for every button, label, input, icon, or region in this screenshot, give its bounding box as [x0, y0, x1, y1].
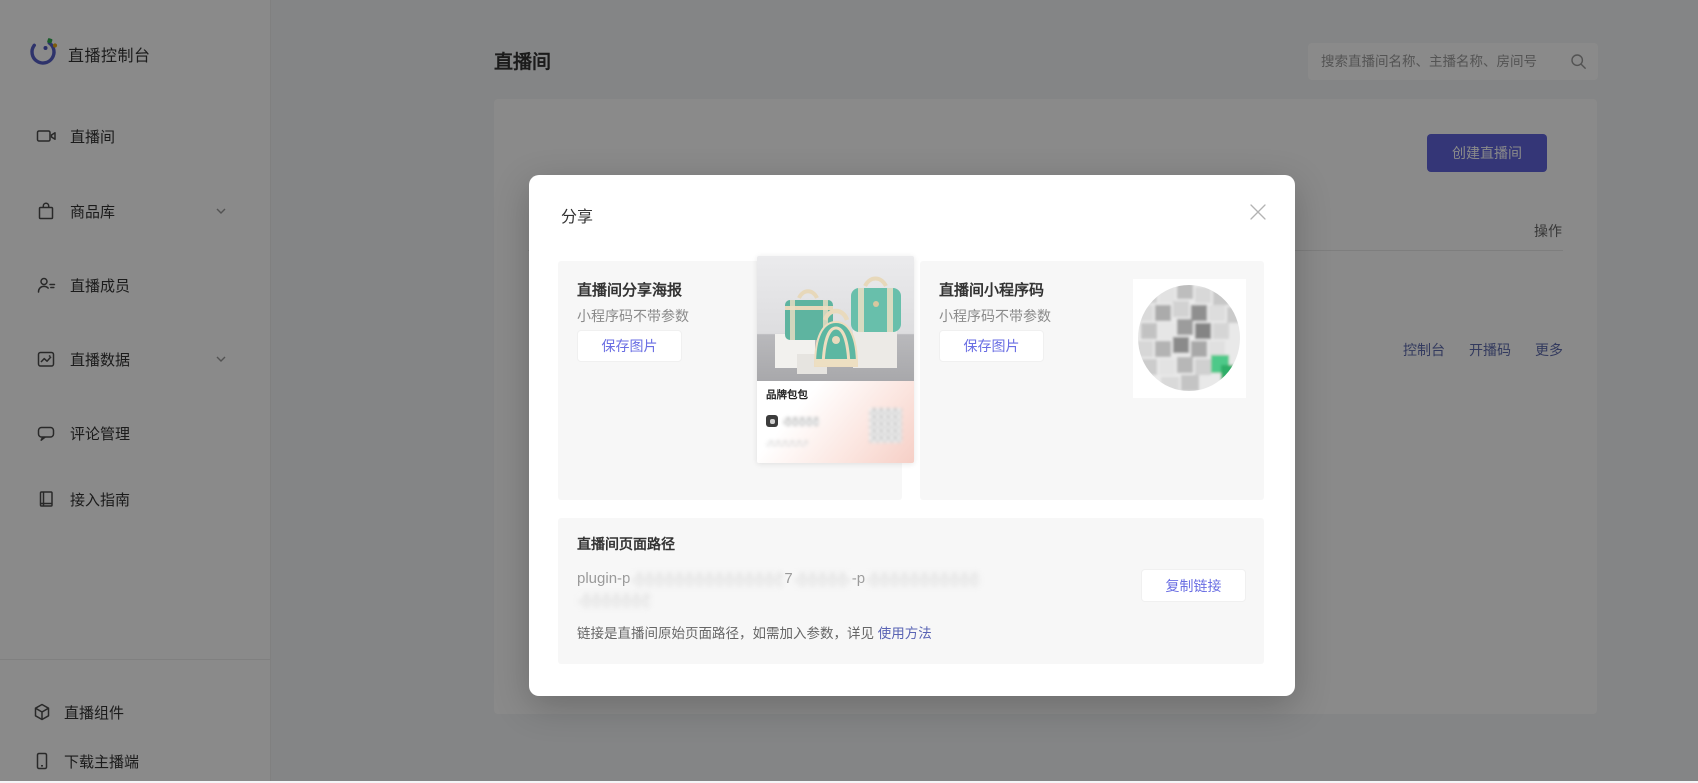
poster-info-panel: 品牌包包: [757, 381, 914, 463]
save-poster-button[interactable]: 保存图片: [577, 330, 682, 362]
room-path-text-line2: [577, 591, 651, 608]
path-note: 链接是直播间原始页面路径，如需加入参数，详见 使用方法: [577, 622, 932, 642]
path-fragment: 7: [784, 570, 793, 587]
qrcode-card-subtitle: 小程序码不带参数: [939, 308, 1051, 324]
poster-card-title: 直播间分享海报: [577, 282, 683, 299]
poster-room-name: 品牌包包: [766, 389, 808, 401]
path-fragment: plugin-p: [577, 570, 631, 587]
redacted-path-segment: [867, 572, 980, 586]
modal-title: 分享: [561, 209, 594, 226]
close-icon[interactable]: [1247, 201, 1269, 223]
copy-link-button[interactable]: 复制链接: [1141, 569, 1246, 602]
share-poster-card: 直播间分享海报 小程序码不带参数 保存图片 品牌包包: [558, 256, 914, 500]
poster-handbags-photo: [757, 256, 914, 381]
qrcode-card-title: 直播间小程序码: [939, 282, 1045, 299]
usage-guide-link[interactable]: 使用方法: [878, 626, 932, 641]
share-poster-preview: 品牌包包: [757, 256, 914, 463]
path-fragment: -p: [851, 570, 866, 587]
redacted-path-segment: [579, 593, 649, 607]
redacted-account-name: [783, 416, 819, 426]
path-card-title: 直播间页面路径: [577, 536, 675, 552]
save-qrcode-button[interactable]: 保存图片: [939, 330, 1044, 362]
poster-account-row: [766, 415, 819, 427]
redacted-path-segment: [794, 572, 850, 586]
room-path-text: plugin-p 7 -p: [577, 570, 981, 587]
share-modal: 分享 直播间分享海报 小程序码不带参数 保存图片 品牌包包 直播间小程序码 小程…: [529, 175, 1295, 696]
poster-card-subtitle: 小程序码不带参数: [577, 308, 689, 324]
app-window: 直播控制台 直播间 商品库 直播成员 直播数据 评论管理 接入指南 直播组件 下…: [0, 0, 1698, 781]
mini-program-code-card: 直播间小程序码 小程序码不带参数 保存图片: [920, 261, 1264, 500]
mini-program-icon: [766, 415, 778, 427]
path-note-text: 链接是直播间原始页面路径，如需加入参数，详见: [577, 626, 878, 641]
redacted-caption: [766, 440, 808, 447]
mini-program-qr-code: [1133, 279, 1246, 398]
redacted-path-segment: [632, 572, 783, 586]
poster-qr-code: [869, 408, 902, 443]
room-path-card: 直播间页面路径 plugin-p 7 -p 复制链接 链接是直播间原始页面路径，如需…: [558, 518, 1264, 664]
